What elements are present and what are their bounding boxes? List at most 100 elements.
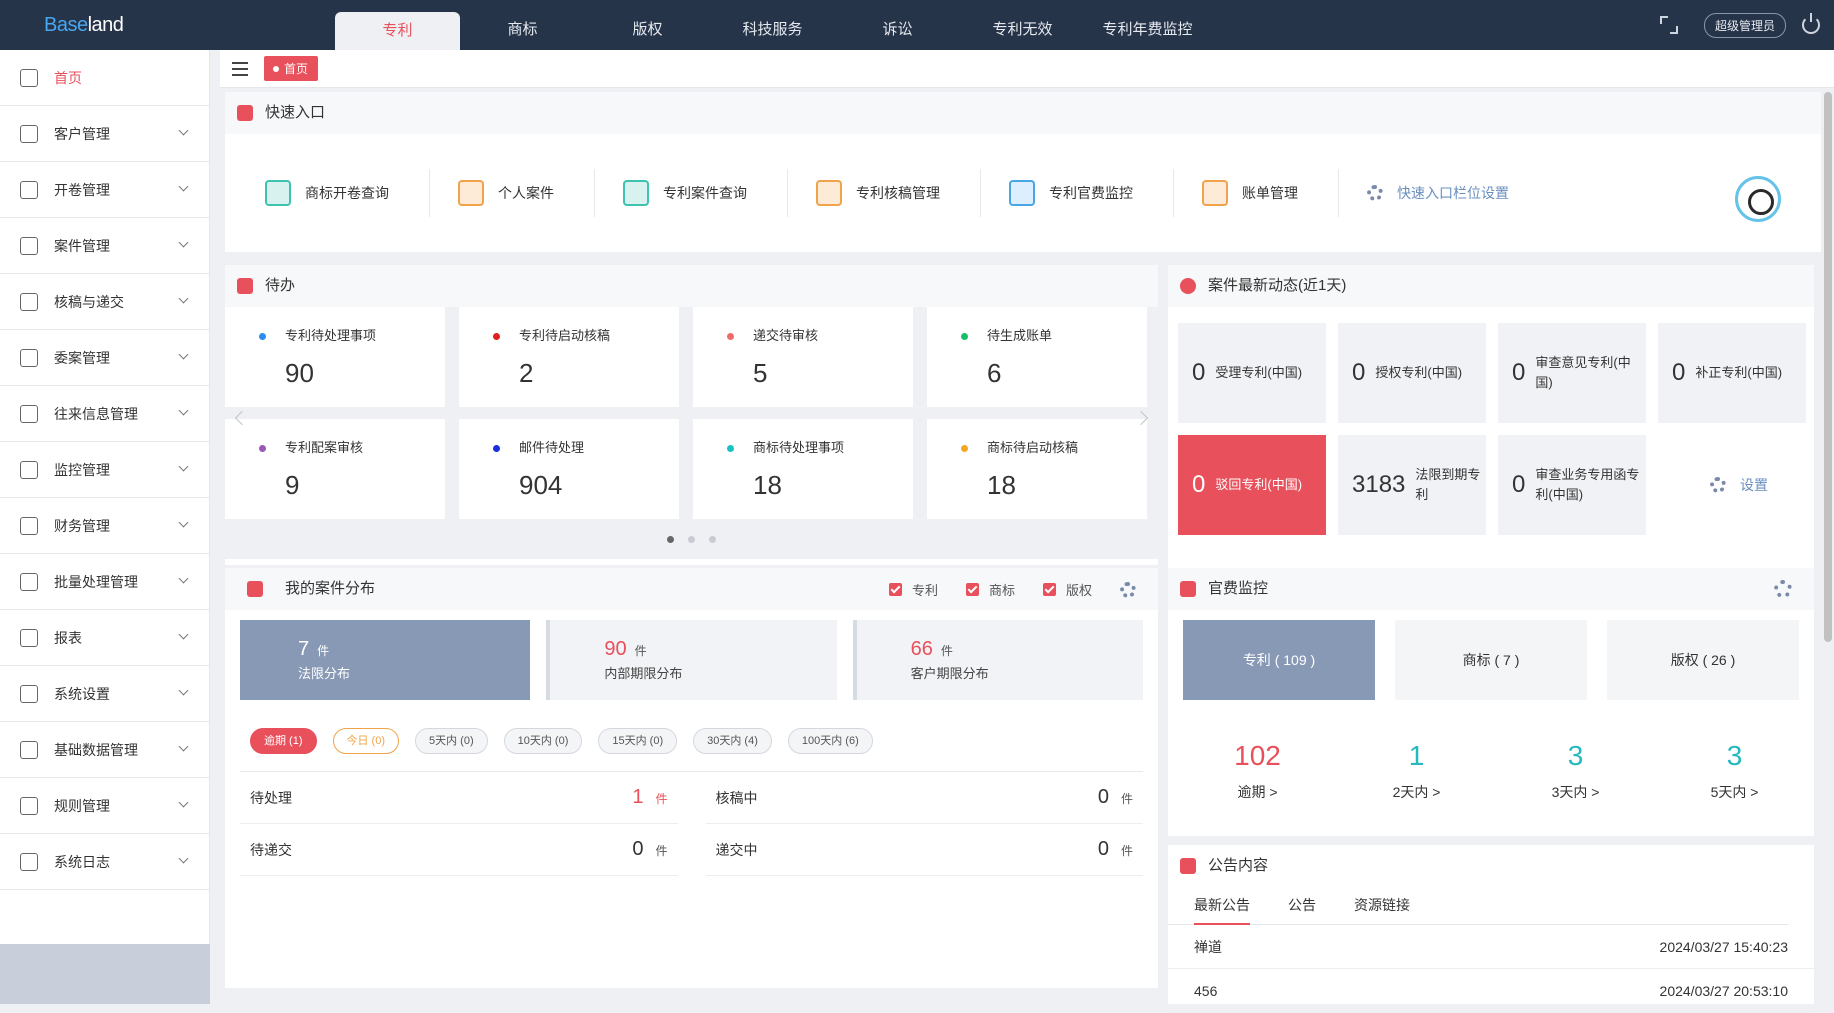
sidebar-item-finance[interactable]: 财务管理 [0, 498, 209, 554]
location-icon [20, 460, 38, 479]
stat-value: 90 [604, 638, 627, 660]
dynamics-settings-button[interactable]: 设置 [1658, 435, 1806, 535]
breadcrumb-tag-home[interactable]: 首页 [264, 56, 319, 81]
pill-100-days[interactable]: 100天内 (6) [787, 728, 873, 754]
pill-today[interactable]: 今日 (0) [332, 728, 399, 754]
status-row-submitting[interactable]: 递交中 0 件 [705, 824, 1143, 876]
sidebar-item-filing[interactable]: 开卷管理 [0, 162, 209, 218]
quick-patent-fee-monitor[interactable]: 专利官费监控 [1009, 169, 1174, 217]
gear-icon[interactable] [1120, 581, 1136, 598]
fee-tab-patent[interactable]: 专利 ( 109 ) [1183, 620, 1375, 700]
dynamic-card[interactable]: 0 审查意见专利(中国) [1498, 323, 1646, 423]
sidebar-item-review-submit[interactable]: 核稿与递交 [0, 274, 209, 330]
todo-card[interactable]: 专利待处理事项 90 [225, 307, 445, 407]
checkbox-patent[interactable]: 专利 [888, 580, 938, 599]
quick-personal-cases[interactable]: 个人案件 [458, 169, 595, 217]
todo-card[interactable]: 待生成账单 6 [927, 307, 1147, 407]
sidebar-item-monitoring[interactable]: 监控管理 [0, 442, 209, 498]
pill-15-days[interactable]: 15天内 (0) [598, 728, 678, 754]
stat-value: 7 [298, 638, 310, 660]
tab-copyright[interactable]: 版权 [585, 0, 710, 50]
sidebar-item-customers[interactable]: 客户管理 [0, 106, 209, 162]
fee-tab-trademark[interactable]: 商标 ( 7 ) [1395, 620, 1587, 700]
page-scrollbar[interactable] [1824, 92, 1832, 642]
pill-overdue[interactable]: 逾期 (1) [250, 728, 317, 754]
pill-30-days[interactable]: 30天内 (4) [693, 728, 772, 754]
dynamic-card[interactable]: 0 授权专利(中国) [1338, 323, 1486, 423]
dynamic-card[interactable]: 0 审查业务专用函专利(中国) [1498, 435, 1646, 535]
checkbox-trademark[interactable]: 商标 [965, 580, 1015, 599]
sidebar-item-delegation[interactable]: 委案管理 [0, 330, 209, 386]
quick-patent-case-search[interactable]: 专利案件查询 [623, 169, 788, 217]
status-row-reviewing[interactable]: 核稿中 0 件 [705, 772, 1143, 824]
notice-tab-latest[interactable]: 最新公告 [1194, 895, 1250, 925]
fee-tab-copyright[interactable]: 版权 ( 26 ) [1607, 620, 1799, 700]
fullscreen-icon[interactable] [1659, 16, 1678, 34]
panel-title-text: 快速入口 [265, 104, 326, 121]
sidebar-item-correspondence[interactable]: 往来信息管理 [0, 386, 209, 442]
sidebar-item-cases[interactable]: 案件管理 [0, 218, 209, 274]
notice-row[interactable]: 禅道 2024/03/27 15:40:23 [1168, 925, 1814, 969]
sidebar-item-system-settings[interactable]: 系统设置 [0, 666, 209, 722]
sidebar-item-home[interactable]: 首页 [0, 50, 209, 106]
todo-card[interactable]: 专利待启动核稿 2 [459, 307, 679, 407]
menu-toggle-icon[interactable] [232, 62, 248, 76]
todo-card[interactable]: 商标待启动核稿 18 [927, 419, 1147, 519]
pill-10-days[interactable]: 10天内 (0) [503, 728, 583, 754]
dynamic-card[interactable]: 0 受理专利(中国) [1178, 323, 1326, 423]
tab-litigation[interactable]: 诉讼 [835, 0, 960, 50]
wallet-icon [20, 516, 38, 535]
logout-power-icon[interactable] [1802, 13, 1820, 34]
notice-tab-announcements[interactable]: 公告 [1288, 895, 1316, 925]
notice-tab-resources[interactable]: 资源链接 [1354, 895, 1410, 925]
fee-count-overdue[interactable]: 102 逾期 > [1178, 740, 1337, 802]
pager-dot[interactable] [688, 535, 695, 543]
sidebar-item-rules[interactable]: 规则管理 [0, 778, 209, 834]
status-row-pending[interactable]: 待处理 1 件 [240, 772, 678, 824]
chevron-down-icon [178, 741, 189, 752]
tab-annual-fee-monitor[interactable]: 专利年费监控 [1085, 0, 1210, 50]
pill-5-days[interactable]: 5天内 (0) [415, 728, 488, 754]
status-row-to-submit[interactable]: 待递交 0 件 [240, 824, 678, 876]
gear-icon[interactable] [1774, 580, 1792, 598]
sidebar-item-system-log[interactable]: 系统日志 [0, 834, 209, 890]
todo-card[interactable]: 邮件待处理 904 [459, 419, 679, 519]
app-logo[interactable]: Baseland [44, 14, 124, 37]
dynamic-card-value: 0 [1672, 359, 1686, 386]
quick-patent-review-management[interactable]: 专利核稿管理 [816, 169, 981, 217]
quick-item-label: 专利核稿管理 [856, 185, 940, 201]
stat-box-internal-deadline[interactable]: 90 件内部期限分布 [546, 620, 837, 700]
stat-box-client-deadline[interactable]: 66 件客户期限分布 [852, 620, 1143, 700]
pager-dot[interactable] [667, 535, 674, 543]
tab-patent[interactable]: 专利 [335, 12, 460, 50]
sidebar-item-reports[interactable]: 报表 [0, 610, 209, 666]
dynamic-card-highlighted[interactable]: 0 驳回专利(中国) [1178, 435, 1326, 535]
settings-icon [20, 684, 38, 703]
dynamic-card[interactable]: 0 补正专利(中国) [1658, 323, 1806, 423]
todo-card[interactable]: 专利配案审核 9 [225, 419, 445, 519]
list-icon [20, 572, 38, 591]
log-icon [20, 852, 38, 871]
logo-text-land: land [87, 14, 124, 36]
fee-count-3-days[interactable]: 3 3天内 > [1496, 740, 1655, 802]
todo-card[interactable]: 商标待处理事项 18 [693, 419, 913, 519]
notice-row[interactable]: 456 2024/03/27 20:53:10 [1168, 969, 1814, 1013]
quick-trademark-filing-search[interactable]: 商标开卷查询 [265, 169, 430, 217]
tab-tech-service[interactable]: 科技服务 [710, 0, 835, 50]
quick-item-label: 专利案件查询 [663, 185, 747, 201]
quick-entry-settings-link[interactable]: 快速入口栏位设置 [1367, 183, 1509, 203]
fee-count-5-days[interactable]: 3 5天内 > [1655, 740, 1814, 802]
quick-bill-management[interactable]: 账单管理 [1202, 169, 1339, 217]
checkbox-copyright[interactable]: 版权 [1042, 580, 1092, 599]
sidebar-item-base-data[interactable]: 基础数据管理 [0, 722, 209, 778]
pager-dot[interactable] [709, 535, 716, 543]
user-menu-button[interactable]: 超级管理员 [1703, 12, 1786, 38]
chevron-down-icon [178, 181, 189, 192]
fee-count-2-days[interactable]: 1 2天内 > [1337, 740, 1496, 802]
dynamic-card[interactable]: 3183 法限到期专利 [1338, 435, 1486, 535]
sidebar-item-batch[interactable]: 批量处理管理 [0, 554, 209, 610]
stat-box-legal-deadline[interactable]: 7 件法限分布 [240, 620, 531, 700]
tab-trademark[interactable]: 商标 [460, 0, 585, 50]
todo-card[interactable]: 递交待审核 5 [693, 307, 913, 407]
tab-patent-invalidation[interactable]: 专利无效 [960, 0, 1085, 50]
